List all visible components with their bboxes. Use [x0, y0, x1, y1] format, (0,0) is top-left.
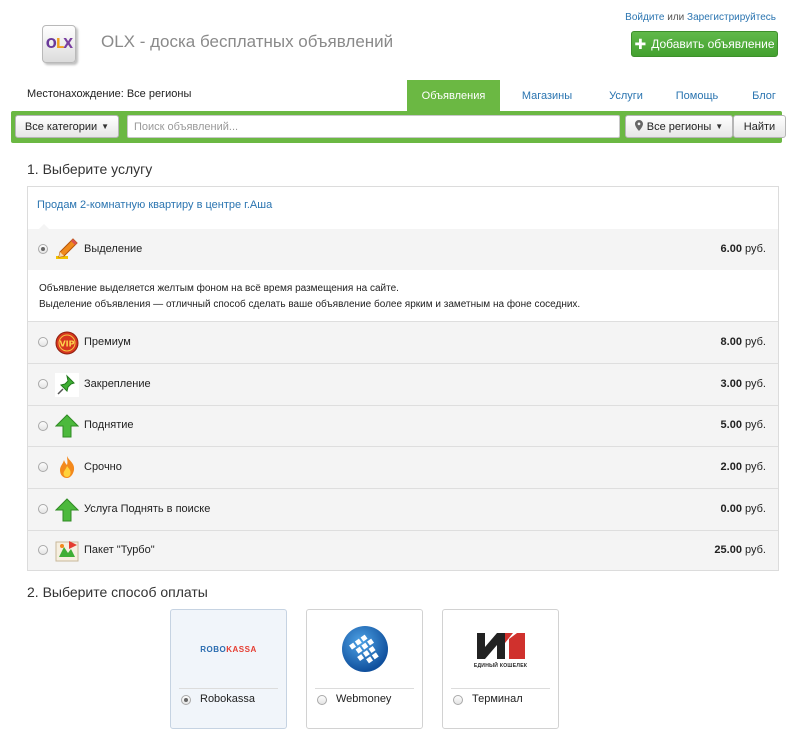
payment-radio[interactable] [317, 695, 327, 705]
service-radio[interactable] [38, 379, 48, 389]
service-radio[interactable] [38, 244, 48, 254]
region-dropdown-label: Все регионы [646, 120, 712, 133]
service-description: Объявление выделяется желтым фоном на вс… [28, 270, 778, 322]
payment-name: Терминал [472, 693, 523, 705]
services-panel: Продам 2-комнатную квартиру в центре г.А… [27, 186, 779, 571]
site-title: OLX - доска бесплатных объявлений [101, 32, 394, 51]
tab-blog[interactable]: Блог [736, 80, 792, 111]
category-dropdown-label: Все категории [24, 120, 98, 133]
service-price: 3.00 руб. [720, 378, 766, 390]
svg-text:VIP: VIP [59, 340, 74, 349]
service-price: 8.00 руб. [720, 336, 766, 348]
tab-listings[interactable]: Объявления [407, 80, 500, 111]
payment-radio[interactable] [453, 695, 463, 705]
service-row-urgent[interactable]: Срочно 2.00 руб. [28, 446, 778, 488]
robokassa-logo: ROBOKASSA [200, 644, 257, 654]
auth-links: Войдите или Зарегистрируйтесь [625, 12, 776, 23]
or-text: или [667, 12, 685, 23]
service-label: Поднятие [84, 419, 134, 431]
payment-radio[interactable] [181, 695, 191, 705]
service-label: Услуга Поднять в поиске [84, 503, 211, 515]
service-row-search-bump[interactable]: Услуга Поднять в поиске 0.00 руб. [28, 488, 778, 530]
tab-shops[interactable]: Магазины [500, 80, 594, 111]
service-label: Закрепление [84, 378, 151, 390]
service-radio[interactable] [38, 337, 48, 347]
arrow-up-icon [54, 498, 80, 522]
add-listing-button[interactable]: ✚ Добавить объявление [631, 31, 778, 57]
region-dropdown[interactable]: Все регионы ▼ [625, 115, 733, 138]
service-radio[interactable] [38, 545, 48, 555]
tab-help[interactable]: Помощь [658, 80, 736, 111]
map-marker-icon [634, 119, 643, 134]
service-row-highlight[interactable]: Выделение 6.00 руб. [28, 229, 778, 270]
search-bar: Все категории ▼ Все регионы ▼ Найти [11, 111, 786, 143]
pencil-icon [55, 237, 79, 261]
service-price: 6.00 руб. [720, 243, 766, 255]
service-price: 5.00 руб. [720, 419, 766, 431]
service-row-pin[interactable]: Закрепление 3.00 руб. [28, 363, 778, 405]
service-row-turbo[interactable]: Пакет "Турбо" 25.00 руб. [28, 530, 778, 570]
service-price: 0.00 руб. [720, 503, 766, 515]
search-input[interactable] [127, 115, 620, 138]
payment-webmoney[interactable]: Webmoney [306, 609, 423, 729]
terminal-logo: ЕДИНЫЙ КОШЕЛЕК [443, 610, 558, 688]
step1-title: 1. Выберите услугу [27, 161, 153, 177]
olx-logo[interactable]: OLX [42, 25, 76, 63]
service-row-premium[interactable]: VIP Премиум 8.00 руб. [28, 321, 778, 363]
tab-services[interactable]: Услуги [594, 80, 658, 111]
main-tabs: Объявления Магазины Услуги Помощь Блог [407, 80, 792, 111]
ad-title-link[interactable]: Продам 2-комнатную квартиру в центре г.А… [37, 199, 272, 211]
register-link[interactable]: Зарегистрируйтесь [687, 12, 776, 23]
service-label: Премиум [84, 336, 131, 348]
payment-name: Robokassa [200, 693, 256, 705]
fire-icon [55, 455, 79, 479]
payment-robokassa[interactable]: ROBOKASSA Robokassa [170, 609, 287, 729]
caret-down-icon: ▼ [715, 122, 724, 131]
turbo-package-icon [55, 539, 79, 563]
category-dropdown[interactable]: Все категории ▼ [15, 115, 119, 138]
service-price: 25.00 руб. [714, 544, 766, 556]
payment-terminal[interactable]: ЕДИНЫЙ КОШЕЛЕК Терминал [442, 609, 559, 729]
plus-icon: ✚ [634, 36, 647, 52]
arrow-up-icon [54, 414, 80, 438]
search-button[interactable]: Найти [733, 115, 786, 138]
pin-icon [55, 373, 79, 397]
service-label: Срочно [84, 461, 122, 473]
caret-down-icon: ▼ [101, 122, 110, 131]
service-label: Пакет "Турбо" [84, 544, 155, 556]
service-radio[interactable] [38, 504, 48, 514]
service-label: Выделение [84, 243, 143, 255]
login-link[interactable]: Войдите [625, 12, 664, 23]
terminal-logo-caption: ЕДИНЫЙ КОШЕЛЕК [473, 663, 528, 669]
service-radio[interactable] [38, 421, 48, 431]
step2-title: 2. Выберите способ оплаты [27, 584, 208, 600]
service-radio[interactable] [38, 462, 48, 472]
webmoney-logo [307, 610, 422, 688]
location-text: Местонахождение: Все регионы [27, 88, 192, 100]
service-price: 2.00 руб. [720, 461, 766, 473]
payment-name: Webmoney [336, 693, 392, 705]
add-listing-label: Добавить объявление [651, 37, 775, 51]
vip-icon: VIP [55, 331, 79, 355]
service-row-bump[interactable]: Поднятие 5.00 руб. [28, 405, 778, 446]
